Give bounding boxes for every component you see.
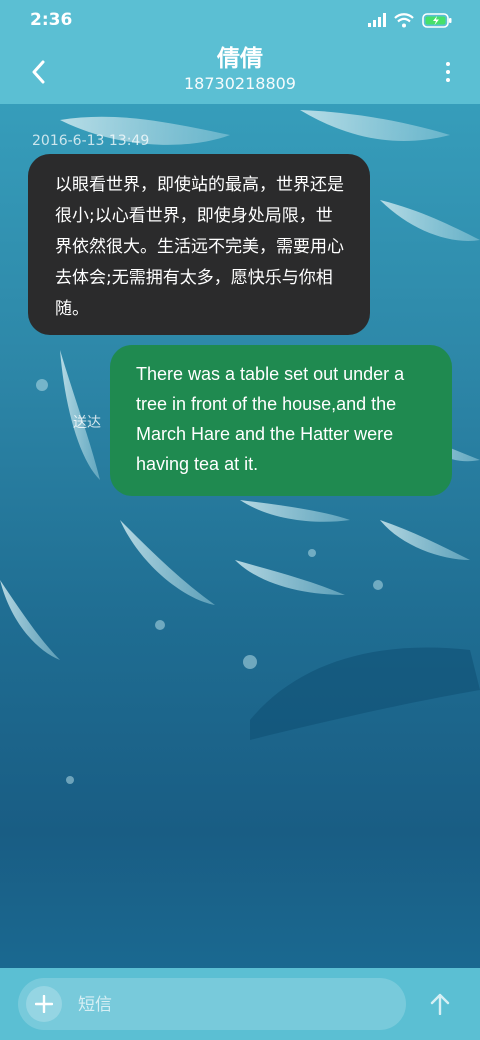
conversation-header: 倩倩 18730218809 <box>0 40 480 104</box>
send-button[interactable] <box>426 990 454 1018</box>
back-button[interactable] <box>22 52 54 92</box>
incoming-message-bubble[interactable]: 以眼看世界，即使站的最高，世界还是很小;以心看世界，即使身处局限，世界依然很大。… <box>28 154 370 335</box>
status-bar: 2:36 <box>0 0 480 40</box>
contact-name: 倩倩 <box>217 46 263 72</box>
add-attachment-button[interactable] <box>26 986 62 1022</box>
contact-title: 倩倩 18730218809 <box>120 44 360 94</box>
more-icon <box>446 62 450 82</box>
sms-input[interactable] <box>76 978 400 1032</box>
send-icon <box>430 993 450 1015</box>
composer-bar <box>0 968 480 1040</box>
status-icons <box>368 12 452 28</box>
more-options-button[interactable] <box>438 54 458 90</box>
add-icon <box>35 995 53 1013</box>
outgoing-message-bubble[interactable]: There was a table set out under a tree i… <box>110 345 452 496</box>
status-time: 2:36 <box>30 10 73 30</box>
incoming-message-text: 以眼看世界，即使站的最高，世界还是很小;以心看世界，即使身处局限，世界依然很大。… <box>55 175 344 319</box>
delivery-status: 送达 <box>73 415 101 431</box>
signal-icon <box>368 13 386 27</box>
message-timestamp: 2016-6-13 13:49 <box>32 133 150 149</box>
outgoing-message-text: There was a table set out under a tree i… <box>136 364 405 474</box>
contact-number: 18730218809 <box>184 74 296 93</box>
back-arrow-icon <box>32 60 45 84</box>
compose-field <box>18 978 406 1032</box>
battery-icon <box>422 12 452 28</box>
wifi-icon <box>394 12 414 27</box>
